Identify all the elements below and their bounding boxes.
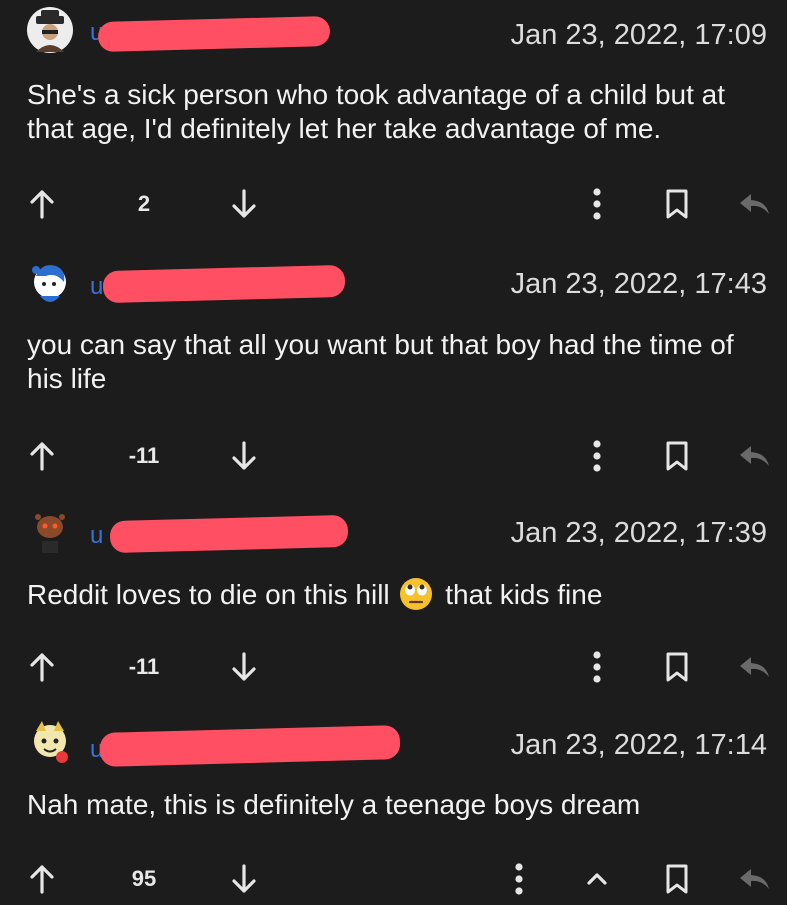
save-button[interactable] [660,857,694,901]
comment-actions: -11 [0,434,787,478]
comment-actions: -11 [0,645,787,689]
arrow-up-icon [30,865,54,894]
comment-body: Reddit loves to die on this hill that ki… [27,577,772,612]
comment-3: u Jan 23, 2022, 17:39 Reddit loves to di… [0,495,787,705]
upvote-button[interactable] [22,182,62,226]
comment-1: u Jan 23, 2022, 17:09 She's a sick perso… [0,0,787,250]
face-with-rolling-eyes-icon [399,577,433,611]
upvote-button[interactable] [22,857,62,901]
bookmark-icon [666,441,688,471]
comment-body-text: Reddit loves to die on this hill [27,579,390,610]
reply-button[interactable] [734,434,774,478]
comment-4: u Jan 23, 2022, 17:14 Nah mate, this is … [0,705,787,905]
more-options-button[interactable] [502,857,536,901]
reply-button[interactable] [734,645,774,689]
vote-score: -11 [128,654,160,679]
vote-score: 2 [137,191,151,216]
redaction-mark [99,725,401,767]
more-vertical-icon [593,440,601,472]
username[interactable]: u [90,521,103,551]
more-options-button[interactable] [580,182,614,226]
more-vertical-icon [515,863,523,895]
reply-icon [740,869,769,889]
downvote-button[interactable] [224,182,264,226]
comment-2: u Jan 23, 2022, 17:43 you can say that a… [0,250,787,495]
chevron-up-icon [587,873,607,885]
vote-score: -11 [128,443,160,468]
save-button[interactable] [660,182,694,226]
more-options-button[interactable] [580,645,614,689]
downvote-button[interactable] [224,434,264,478]
timestamp: Jan 23, 2022, 17:39 [510,517,767,549]
upvote-button[interactable] [22,434,62,478]
arrow-down-icon [232,652,256,681]
comment-body: She's a sick person who took advantage o… [27,79,726,144]
username-prefix: u [90,273,104,300]
save-button[interactable] [660,645,694,689]
avatar[interactable] [26,260,74,308]
redaction-mark [109,514,349,554]
reply-icon [740,194,769,214]
save-button[interactable] [660,434,694,478]
arrow-down-icon [232,189,256,218]
avatar[interactable] [26,507,74,555]
comment-actions: 2 [0,182,787,226]
reply-button[interactable] [734,182,774,226]
bookmark-icon [666,864,688,894]
arrow-up-icon [30,653,54,682]
upvote-button[interactable] [22,645,62,689]
more-options-button[interactable] [580,434,614,478]
bookmark-icon [666,189,688,219]
more-vertical-icon [593,188,601,220]
bookmark-icon [666,652,688,682]
more-vertical-icon [593,651,601,683]
vote-score: 95 [131,866,157,891]
downvote-button[interactable] [224,857,264,901]
username-prefix: u [90,522,104,549]
comment-body-text: that kids fine [445,579,603,610]
avatar[interactable] [26,719,74,767]
timestamp: Jan 23, 2022, 17:14 [510,729,767,761]
arrow-down-icon [232,864,256,893]
timestamp: Jan 23, 2022, 17:09 [510,19,767,51]
comment-body: you can say that all you want but that b… [27,329,734,394]
downvote-button[interactable] [224,645,264,689]
comment-actions: 95 [0,857,787,901]
reply-button[interactable] [734,857,774,901]
collapse-button[interactable] [580,857,614,901]
username[interactable]: u [90,272,103,302]
redaction-mark [102,264,346,304]
arrow-down-icon [232,441,256,470]
timestamp: Jan 23, 2022, 17:43 [510,268,767,300]
reply-icon [740,657,769,677]
reply-icon [740,446,769,466]
arrow-up-icon [30,442,54,471]
comment-body: Nah mate, this is definitely a teenage b… [27,789,641,820]
redaction-mark [97,15,331,53]
arrow-up-icon [30,190,54,219]
avatar[interactable] [26,6,74,54]
